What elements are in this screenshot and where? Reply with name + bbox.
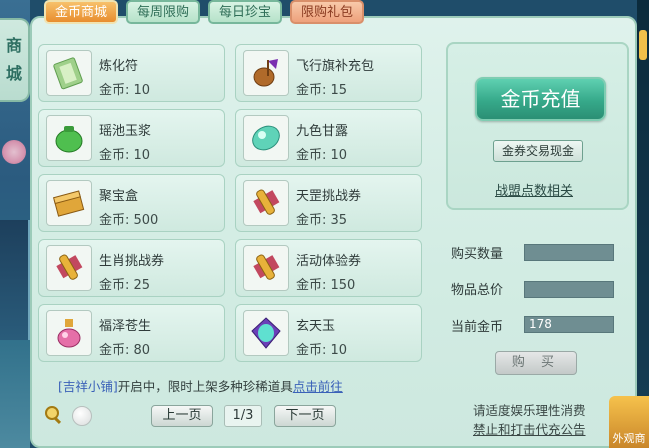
scroll-icon [243,245,289,291]
item-name: 活动体验券 [296,254,362,269]
item-price: 金币: 80 [99,343,151,358]
dew-gem-icon [243,115,289,161]
item-price: 金币: 150 [296,278,356,293]
gold-field: 178 [524,316,614,333]
item-price: 金币: 10 [99,83,151,98]
shop-item[interactable]: 九色甘露 金币: 10 [235,109,422,167]
talisman-icon [46,50,92,96]
shop-item[interactable]: 聚宝盒 金币: 500 [38,174,225,232]
health-advice: 请适度娱乐理性消费 [473,403,586,418]
item-price: 金币: 10 [296,148,348,163]
item-price: 金币: 10 [296,343,348,358]
shop-item[interactable]: 天罡挑战券 金币: 35 [235,174,422,232]
search-icon[interactable] [44,405,64,425]
tab-gold-shop[interactable]: 金币商城 [44,0,119,24]
side-tab-char-2: 城 [5,64,22,83]
notice-link[interactable]: 点击前往 [293,379,343,394]
promo-notice: [吉祥小铺]开启中，限时上架多种珍稀道具点击前往 [58,376,343,395]
item-name: 瑶池玉浆 [99,124,152,139]
reset-button[interactable] [72,406,92,426]
item-name: 玄天玉 [296,319,336,334]
anti-proxy-notice-link[interactable]: 禁止和打击代充公告 [473,419,586,438]
shop-item[interactable]: 福泽苍生 金币: 80 [38,304,225,362]
side-tab-char-1: 商 [5,36,22,55]
item-name: 九色甘露 [296,124,349,139]
total-field [524,281,614,298]
flag-pouch-icon [243,50,289,96]
qty-label: 购买数量 [451,247,504,262]
item-name: 聚宝盒 [99,189,139,204]
item-price: 金币: 35 [296,213,348,228]
jade-icon [243,310,289,356]
notice-tag: [吉祥小铺] [58,379,118,394]
scroll-icon [46,245,92,291]
item-price: 金币: 15 [296,83,348,98]
right-decoration [637,0,649,448]
shop-item[interactable]: 瑶池玉浆 金币: 10 [38,109,225,167]
qty-field[interactable] [524,244,614,261]
item-name: 天罡挑战券 [296,189,362,204]
next-page-button[interactable]: 下一页 [274,405,336,427]
tab-limited-pack[interactable]: 限购礼包 [290,0,365,24]
shop-item[interactable]: 炼化符 金币: 10 [38,44,225,102]
tab-weekly-limit[interactable]: 每周限购 [126,0,201,24]
alliance-points-link[interactable]: 战盟点数相关 [495,180,573,199]
gold-recharge-button[interactable]: 金币充值 [475,77,606,121]
shop-tabs: 金币商城 每周限购 每日珍宝 限购礼包 [44,0,365,24]
scroll-icon [243,180,289,226]
item-name: 飞行旗补充包 [296,59,375,74]
page-indicator: 1/3 [224,405,262,427]
item-price: 金币: 500 [99,213,159,228]
gold-label: 当前金币 [451,320,504,335]
prev-page-button[interactable]: 上一页 [151,405,213,427]
side-tab-shop[interactable]: 商 城 [0,18,30,102]
treasure-box-icon [46,180,92,226]
shop-item[interactable]: 活动体验券 金币: 150 [235,239,422,297]
item-price: 金币: 10 [99,148,151,163]
blossom-decoration [2,140,26,164]
appearance-shop-label: 外观商 [612,432,646,445]
shop-item[interactable]: 玄天玉 金币: 10 [235,304,422,362]
buy-button[interactable]: 购 买 [495,351,577,375]
jade-jar-icon [46,115,92,161]
potion-icon [46,310,92,356]
item-name: 炼化符 [99,59,139,74]
notice-text: 开启中，限时上架多种珍稀道具 [117,379,293,394]
shop-item[interactable]: 生肖挑战券 金币: 25 [38,239,225,297]
item-name: 生肖挑战券 [99,254,165,269]
shop-item[interactable]: 飞行旗补充包 金币: 15 [235,44,422,102]
building-decoration [0,220,30,340]
item-name: 福泽苍生 [99,319,152,334]
tab-daily-treasure[interactable]: 每日珍宝 [208,0,283,24]
voucher-exchange-button[interactable]: 金券交易现金 [493,140,583,162]
item-price: 金币: 25 [99,278,151,293]
total-label: 物品总价 [451,283,504,298]
